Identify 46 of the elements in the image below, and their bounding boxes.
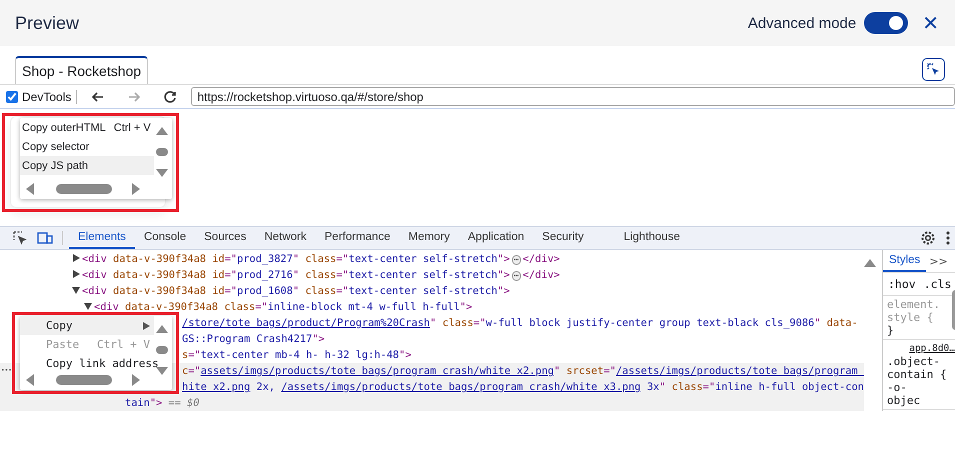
filter-button[interactable]: .cls bbox=[924, 277, 952, 291]
devtools-tab[interactable]: Elements bbox=[69, 227, 135, 249]
cursor-click-icon bbox=[926, 62, 941, 76]
devtools-checkbox[interactable] bbox=[6, 90, 18, 102]
filter-button[interactable]: :hov bbox=[888, 277, 916, 291]
scroll-up-icon[interactable] bbox=[864, 258, 876, 268]
horizontal-scrollbar[interactable] bbox=[24, 373, 142, 387]
expand-arrow-icon[interactable] bbox=[72, 254, 80, 262]
code-line: <div data-v-390f34a8 class="inline-block mt-4 w-full h-full"> bbox=[84, 299, 472, 315]
style-rule: app.8d0… .object- contain { -o- objec bbox=[882, 340, 955, 410]
more-tabs-button[interactable]: >> bbox=[926, 250, 951, 272]
toggle-label: Advanced mode bbox=[748, 14, 856, 32]
close-button[interactable]: ✕ bbox=[922, 11, 939, 35]
horizontal-scrollbar[interactable] bbox=[24, 182, 142, 196]
code-line: hite x2.png 2x, /assets/imgs/products/tote bags/program crash/white x3.png 3x" class="inline h-full object-con bbox=[182, 380, 864, 395]
devtools-tab[interactable]: Memory bbox=[399, 227, 459, 249]
devtools-tab[interactable]: Network bbox=[255, 227, 316, 249]
code-line: <div data-v-390f34a8 id="prod_3827" class="text-center self-stretch"> ⋯ </div> bbox=[72, 251, 560, 267]
menu-item[interactable]: Copy selector bbox=[20, 137, 154, 156]
collapse-arrow-icon[interactable] bbox=[72, 286, 80, 294]
advanced-mode-toggle[interactable] bbox=[864, 12, 908, 34]
code-line: GS::Program Crash4217"> bbox=[182, 332, 325, 347]
collapse-arrow-icon[interactable] bbox=[84, 302, 92, 310]
devtools-tab[interactable]: Performance bbox=[316, 227, 400, 249]
code-line: s="text-center mb-4 h- h-32 lg:h-48"> bbox=[182, 348, 412, 363]
url-field[interactable]: https://rocketshop.virtuoso.qa/#/store/shop bbox=[191, 87, 955, 106]
menu-item[interactable]: Copy outerHTML Ctrl + V bbox=[20, 118, 154, 137]
code-line: tain"> == $0 bbox=[125, 396, 200, 411]
code-line: <div data-v-390f34a8 id="prod_1608" class="text-center self-stretch"> bbox=[72, 283, 510, 299]
styles-tab[interactable]: Styles bbox=[882, 250, 926, 272]
vertical-scrollbar[interactable] bbox=[155, 126, 169, 178]
devtools-tab[interactable]: Security bbox=[533, 227, 593, 249]
devtools-tab[interactable]: Console bbox=[134, 227, 196, 249]
checkbox-label: DevTools bbox=[22, 90, 72, 104]
devtools-tab[interactable]: Sources bbox=[195, 227, 256, 249]
devtools-tab[interactable]: Lighthouse bbox=[614, 227, 689, 249]
code-line: <div data-v-390f34a8 id="prod_2716" class="text-center self-stretch"> ⋯ </div> bbox=[72, 267, 560, 283]
code-line: c="assets/imgs/products/tote bags/program crash/white x2.png" srcset="/assets/imgs/products/tote bags/program bbox=[182, 364, 859, 379]
expand-arrow-icon[interactable] bbox=[72, 270, 80, 278]
browser-tab[interactable]: Shop - Rocketshop bbox=[15, 56, 148, 84]
element-picker-button[interactable] bbox=[922, 58, 945, 80]
panel-title: Preview bbox=[15, 12, 80, 34]
menu-item[interactable]: Copy bbox=[20, 316, 154, 335]
code-line: /store/tote bags/product/Program%20Crash" class="w-full block justify-center group text-black cls_9086" data- bbox=[182, 316, 858, 331]
devtools-tab[interactable]: Application bbox=[458, 227, 534, 249]
menu-item[interactable]: Copy JS path bbox=[20, 156, 154, 175]
